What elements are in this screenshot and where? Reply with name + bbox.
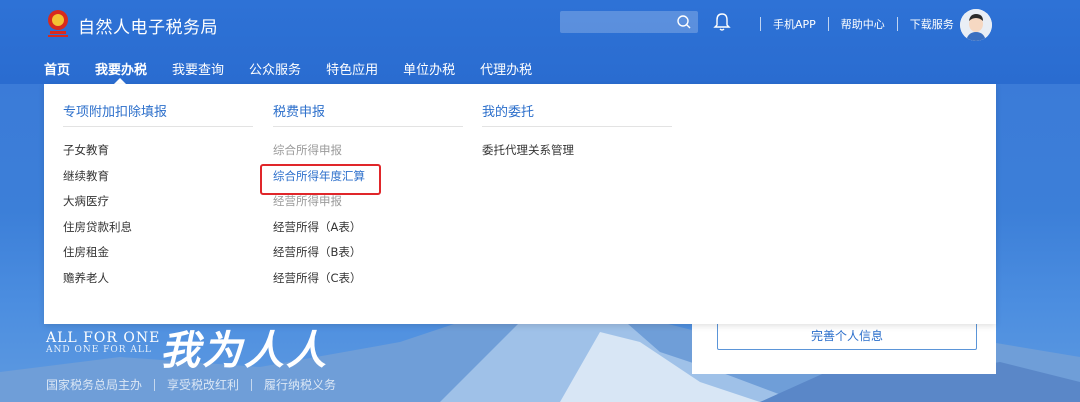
search-input[interactable] <box>560 11 698 33</box>
download-link[interactable]: 下载服务 <box>910 16 954 32</box>
menu-item-business-income-c[interactable]: 经营所得（C表） <box>273 266 463 292</box>
menu-group-comprehensive-income: 综合所得申报 <box>273 143 342 157</box>
bell-icon[interactable] <box>713 12 731 32</box>
menu-item-serious-illness[interactable]: 大病医疗 <box>63 189 253 215</box>
menu-list: 委托代理关系管理 <box>482 127 672 164</box>
divider <box>251 378 253 391</box>
menu-item-delegation-management[interactable]: 委托代理关系管理 <box>482 138 672 164</box>
top-links: 手机APP 帮助中心 下载服务 <box>748 16 954 32</box>
top-header: 自然人电子税务局 手机APP 帮助中心 下载服务 首页 我要办税 我要查询 公众… <box>0 0 1080 84</box>
main-nav: 首页 我要办税 我要查询 公众服务 特色应用 单位办税 代理办税 <box>44 59 557 78</box>
menu-item-elderly-support[interactable]: 赡养老人 <box>63 266 253 292</box>
menu-item-housing-loan-interest[interactable]: 住房贷款利息 <box>63 215 253 241</box>
column-heading[interactable]: 专项附加扣除填报 <box>63 84 253 127</box>
slogan-english-line1: ALL FOR ONE <box>46 330 161 346</box>
annotation-highlight-box <box>260 164 381 195</box>
menu-list: 子女教育 继续教育 大病医疗 住房贷款利息 住房租金 赡养老人 <box>63 127 253 291</box>
menu-item-business-income-b[interactable]: 经营所得（B表） <box>273 240 463 266</box>
avatar[interactable] <box>960 9 992 41</box>
menu-item-business-income-a[interactable]: 经营所得（A表） <box>273 215 463 241</box>
site-title[interactable]: 自然人电子税务局 <box>78 13 218 38</box>
menu-item-housing-rent[interactable]: 住房租金 <box>63 240 253 266</box>
slogan-english-line2: AND ONE FOR ALL <box>46 345 152 355</box>
column-heading[interactable]: 税费申报 <box>273 84 463 127</box>
column-heading[interactable]: 我的委托 <box>482 84 672 127</box>
divider <box>896 17 898 31</box>
help-center-link[interactable]: 帮助中心 <box>841 16 885 32</box>
menu-item-continuing-education[interactable]: 继续教育 <box>63 164 253 190</box>
user-avatar-icon <box>960 9 992 41</box>
slogan-sub-item: 国家税务总局主办 <box>46 378 143 392</box>
nav-home[interactable]: 首页 <box>44 59 70 78</box>
column-my-delegation: 我的委托 委托代理关系管理 <box>482 84 672 164</box>
slogan-calligraphy: 我为人人 <box>160 327 328 374</box>
menu-item-children-education[interactable]: 子女教育 <box>63 138 253 164</box>
nav-public-service[interactable]: 公众服务 <box>249 59 301 78</box>
nav-featured-apps[interactable]: 特色应用 <box>326 59 378 78</box>
divider <box>760 17 761 31</box>
column-special-deduction: 专项附加扣除填报 子女教育 继续教育 大病医疗 住房贷款利息 住房租金 赡养老人 <box>63 84 253 291</box>
mobile-app-link[interactable]: 手机APP <box>773 16 816 32</box>
slogan-sub-item: 履行纳税义务 <box>264 378 337 392</box>
tax-emblem-logo[interactable] <box>44 9 72 39</box>
divider <box>154 378 156 391</box>
slogan-sub-item: 享受税改红利 <box>167 378 240 392</box>
tax-handling-dropdown: 专项附加扣除填报 子女教育 继续教育 大病医疗 住房贷款利息 住房租金 赡养老人… <box>44 84 996 324</box>
complete-profile-button[interactable]: 完善个人信息 <box>717 322 977 350</box>
nav-agent-tax[interactable]: 代理办税 <box>480 59 532 78</box>
divider <box>827 17 829 31</box>
menu-list: 综合所得申报 综合所得年度汇算 经营所得申报 经营所得（A表） 经营所得（B表）… <box>273 127 463 291</box>
nav-tax-handling[interactable]: 我要办税 <box>95 59 147 78</box>
nav-unit-tax[interactable]: 单位办税 <box>403 59 455 78</box>
search-icon[interactable] <box>676 14 692 30</box>
slogan-subline: 国家税务总局主办 享受税改红利 履行纳税义务 <box>46 376 336 393</box>
nav-query[interactable]: 我要查询 <box>172 59 224 78</box>
